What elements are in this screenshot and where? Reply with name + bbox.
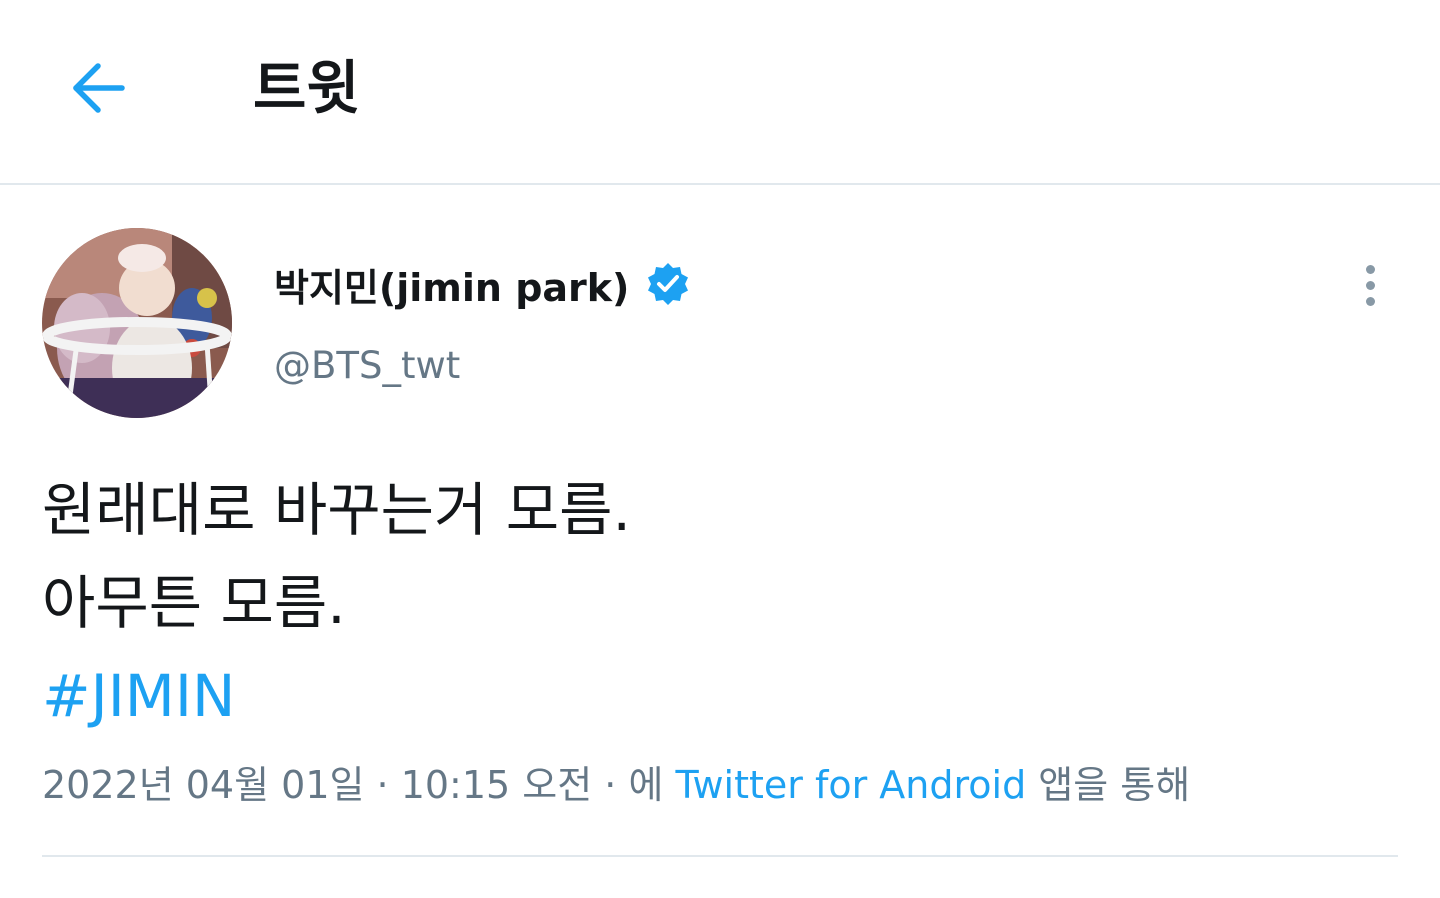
tweet-body: 원래대로 바꾸는거 모름. 아무튼 모름. #JIMIN: [42, 464, 631, 743]
username-handle[interactable]: @BTS_twt: [274, 344, 460, 387]
author-name-row: 박지민(jimin park): [274, 254, 691, 314]
tweet-line: 아무튼 모름.: [42, 569, 346, 637]
more-dot: [1365, 296, 1375, 306]
profile-photo: [42, 228, 232, 418]
display-name[interactable]: 박지민(jimin park): [274, 257, 629, 312]
verified-badge-icon: [645, 261, 691, 307]
tweet-date: 2022년 04월 01일: [42, 763, 365, 807]
more-dot: [1365, 280, 1375, 290]
source-app-link[interactable]: Twitter for Android: [676, 763, 1027, 807]
hashtag-link[interactable]: #JIMIN: [42, 650, 631, 743]
meta-separator: ·: [592, 763, 629, 807]
page-title: 트윗: [253, 54, 360, 122]
avatar[interactable]: [42, 228, 232, 418]
tweet-metadata: 2022년 04월 01일 · 10:15 오전 · 에 Twitter for…: [42, 756, 1190, 814]
more-options-button[interactable]: [1342, 254, 1398, 316]
meta-separator: ·: [364, 763, 401, 807]
tweet-time: 10:15 오전: [400, 763, 593, 807]
arrow-left-icon: [73, 63, 125, 113]
divider: [42, 855, 1398, 857]
via-prefix: 에: [628, 763, 676, 807]
more-vertical-icon: [1365, 264, 1375, 274]
top-app-bar: 트윗: [0, 0, 1440, 185]
via-suffix: 앱을 통해: [1026, 763, 1191, 807]
tweet-line: 원래대로 바꾸는거 모름.: [42, 476, 631, 544]
back-button[interactable]: [62, 52, 134, 124]
